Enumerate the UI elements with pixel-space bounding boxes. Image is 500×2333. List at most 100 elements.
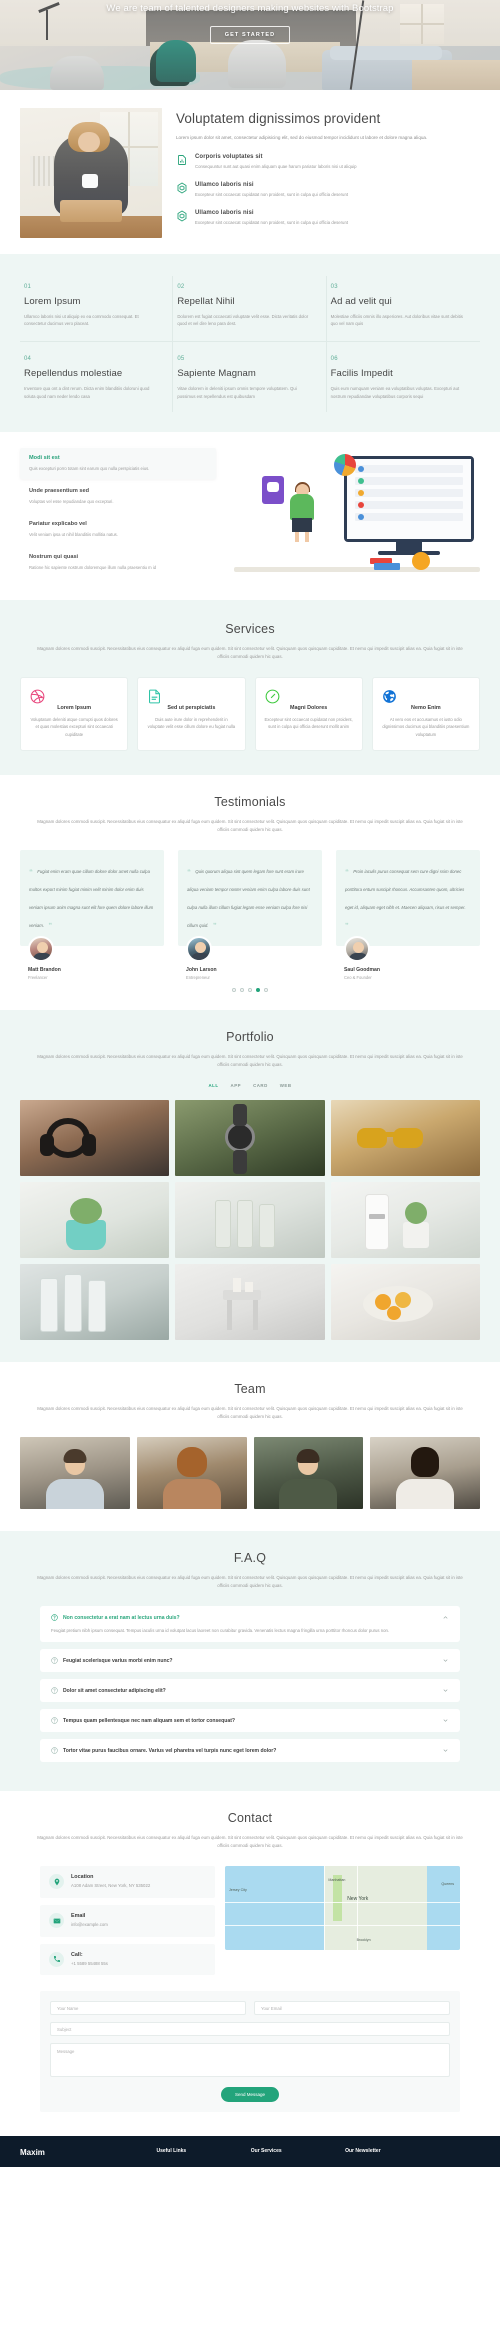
item-number: 04 <box>24 356 32 363</box>
name-input[interactable]: Your Name <box>50 2001 246 2016</box>
message-textarea[interactable]: Message <box>50 2043 450 2078</box>
phone-icon <box>49 1951 64 1967</box>
faq-section: F.A.Q Magnam dolores commodi suscipit. N… <box>0 1531 500 1792</box>
item-title: Sapiente Magnam <box>177 368 256 380</box>
question-circle-icon <box>51 1747 58 1755</box>
numbered-item[interactable]: 01 Lorem Ipsum Ullamco laboris nisi ut a… <box>20 276 174 343</box>
portfolio-item-bottles-ice[interactable] <box>175 1182 325 1259</box>
team-member[interactable] <box>136 1437 247 1510</box>
testimonials-section: Testimonials Magnam dolores commodi susc… <box>0 775 500 1011</box>
numbered-item[interactable]: 04 Repellendus molestiae Inventore qua o… <box>20 342 174 412</box>
item-text: Dolorem est fugiat occaecati voluptate v… <box>177 314 309 327</box>
chevron-down-icon[interactable] <box>442 1687 449 1694</box>
service-text: Excepteur sint occaecat cupidatat non pr… <box>264 716 353 730</box>
numbered-item[interactable]: 03 Ad ad velit qui Molestiae officiis om… <box>326 276 480 343</box>
faq-item[interactable]: Tempus quam pellentesque nec nam aliquam… <box>40 1709 460 1733</box>
contact-phone: Call: +1 5589 55488 55s <box>40 1943 215 1976</box>
service-card[interactable]: Sed ut perspiciatis Duis aute irure dolo… <box>137 676 246 752</box>
numbered-item[interactable]: 05 Sapiente Magnam Vitae dolorem in dele… <box>173 342 327 412</box>
portfolio-item-candles-stool[interactable] <box>175 1264 325 1341</box>
skills-accordion: Modi sit est Quis excepturi porro totam … <box>20 447 216 580</box>
filter-web[interactable]: WEB <box>280 1083 292 1088</box>
service-card[interactable]: Nemo Enim At vero eos et accusamus et iu… <box>371 676 480 752</box>
chevron-down-icon[interactable] <box>442 1657 449 1664</box>
section-title: Portfolio <box>226 1030 274 1045</box>
accordion-item[interactable]: Nostrum qui quasi Ratione hic sapiente n… <box>20 547 216 578</box>
item-text: Molestiae officiis omnis illo asperiores… <box>330 314 463 327</box>
portfolio-item-cocosol-bottle[interactable] <box>330 1182 480 1259</box>
quote-close-icon: ❞ <box>48 923 53 931</box>
accordion-text: Voluptas vel esse repudiandae quo except… <box>29 498 114 504</box>
accordion-item[interactable]: Unde praesentium sed Voluptas vel esse r… <box>20 481 216 512</box>
accordion-text: Quis excepturi porro totam sint earum qu… <box>29 465 150 471</box>
avatar <box>344 936 370 963</box>
map-label-jersey-city: Jersey City <box>229 1888 247 1893</box>
about-section: Voluptatem dignissimos provident Lorem i… <box>0 90 500 254</box>
portfolio-item-wristwatch[interactable] <box>175 1100 325 1177</box>
section-title: Team <box>234 1382 266 1397</box>
testimonial-quote: Proin iaculis purus consequat sem cure d… <box>345 869 466 911</box>
portfolio-item-oranges-tray[interactable] <box>330 1264 480 1341</box>
portfolio-item-water-bottles[interactable] <box>20 1264 170 1341</box>
service-card[interactable]: Magni Dolores Excepteur sint occaecat cu… <box>254 676 363 752</box>
service-card[interactable]: Lorem Ipsum Voluptatum deleniti atque co… <box>20 676 129 752</box>
accordion-item[interactable]: Modi sit est Quis excepturi porro totam … <box>20 447 216 479</box>
filter-app[interactable]: APP <box>231 1083 242 1088</box>
section-title: Testimonials <box>214 795 286 810</box>
filter-all[interactable]: ALL <box>208 1083 218 1088</box>
carousel-dot[interactable] <box>248 988 252 993</box>
question-circle-icon <box>51 1614 58 1621</box>
accordion-text: Velit veniam ipsa ut nihil blanditiis mo… <box>29 531 118 537</box>
contact-form: Your Name Your Email Subject Message Sen… <box>40 1991 460 2113</box>
faq-question: Dolor sit amet consectetur adipiscing el… <box>63 1687 166 1694</box>
faq-item[interactable]: Non consectetur a erat nam at lectus urn… <box>40 1606 460 1643</box>
feature-title: Ullamco laboris nisi <box>195 210 254 216</box>
faq-item[interactable]: Feugiat scelerisque varius morbi enim nu… <box>40 1649 460 1673</box>
email-value[interactable]: info@example.com <box>71 1922 108 1929</box>
carousel-dot[interactable] <box>240 988 244 993</box>
carousel-dots <box>20 988 480 993</box>
chevron-up-icon[interactable] <box>442 1614 449 1621</box>
footer-useful-links-col: Useful Links <box>156 2148 240 2157</box>
section-subtitle: Magnam dolores commodi suscipit. Necessi… <box>37 1575 463 1589</box>
carousel-dot[interactable] <box>232 988 236 993</box>
contact-info: Location A108 Adam Street, New York, NY … <box>40 1866 215 1982</box>
accordion-title: Pariatur explicabo vel <box>29 520 87 527</box>
subject-input[interactable]: Subject <box>50 2022 450 2037</box>
section-title: Contact <box>227 1811 273 1826</box>
about-lead: Lorem ipsum dolor sit amet, consectetur … <box>176 135 428 140</box>
faq-item[interactable]: Tortor vitae purus faucibus ornare. Vari… <box>40 1739 460 1763</box>
testimonial-role: Entrepreneur <box>186 975 210 981</box>
chevron-down-icon[interactable] <box>442 1747 449 1754</box>
numbered-item[interactable]: 02 Repellat Nihil Dolorem est fugiat occ… <box>173 276 327 343</box>
item-number: 02 <box>177 284 185 290</box>
accordion-item[interactable]: Pariatur explicabo vel Velit veniam ipsa… <box>20 514 216 545</box>
call-value[interactable]: +1 5589 55488 55s <box>71 1961 108 1968</box>
send-message-button[interactable]: Send Message <box>220 2087 280 2103</box>
numbered-item[interactable]: 06 Facilis Impedit Quis eum numquam veni… <box>327 342 480 411</box>
chevron-down-icon[interactable] <box>442 1717 449 1724</box>
carousel-dot-active[interactable] <box>256 988 260 993</box>
item-title: Lorem Ipsum <box>24 296 81 307</box>
faq-question: Tortor vitae purus faucibus ornare. Vari… <box>63 1747 277 1754</box>
email-label: Email <box>71 1913 86 1920</box>
portfolio-item-succulent-plant[interactable] <box>20 1182 170 1259</box>
carousel-dot[interactable] <box>264 988 268 993</box>
section-title: Services <box>225 621 275 636</box>
get-started-button[interactable]: GET STARTED <box>209 26 291 44</box>
team-member[interactable] <box>253 1437 364 1510</box>
filter-card[interactable]: CARD <box>253 1083 268 1088</box>
portfolio-item-headphones[interactable] <box>20 1100 170 1177</box>
quote-open-icon: ❝ <box>29 869 33 877</box>
team-member[interactable] <box>370 1437 480 1510</box>
service-title: Lorem Ipsum <box>57 704 92 711</box>
map-label-new-york: New York <box>347 1896 369 1903</box>
portfolio-item-sunglasses[interactable] <box>330 1100 480 1177</box>
contact-location: Location A108 Adam Street, New York, NY … <box>40 1866 215 1899</box>
team-member[interactable] <box>20 1437 130 1510</box>
email-input[interactable]: Your Email <box>254 2001 450 2016</box>
faq-item[interactable]: Dolor sit amet consectetur adipiscing el… <box>40 1679 460 1703</box>
testimonial-quote: Quis quorum aliqua sint quem legam fore … <box>187 869 310 929</box>
contact-map[interactable]: Jersey City New York Queens Brooklyn Man… <box>225 1866 460 1951</box>
testimonial-quote: Fugiat enim eram quae cillum dolore dolo… <box>29 869 154 929</box>
